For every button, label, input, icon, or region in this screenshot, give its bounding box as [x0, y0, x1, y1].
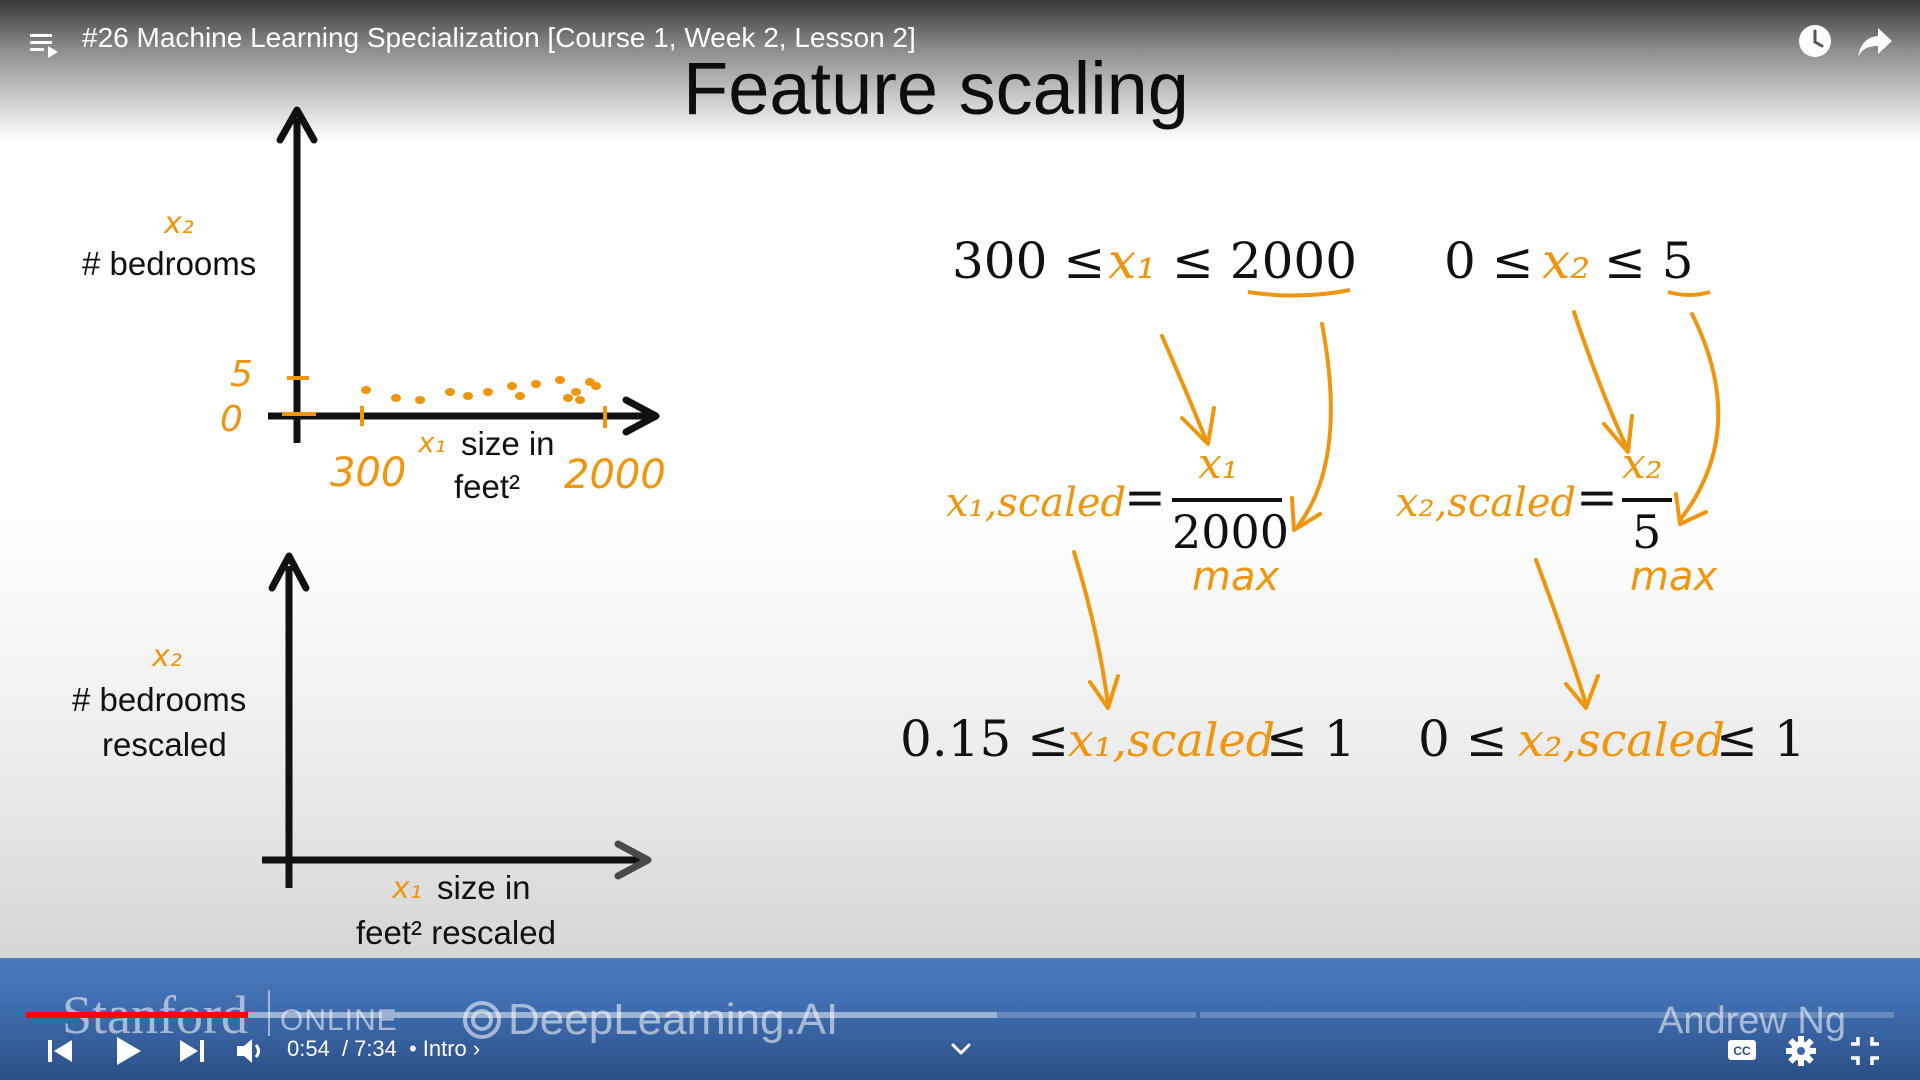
range1-left: 300 ≤ [952, 232, 1105, 290]
next-icon [180, 1040, 198, 1062]
range2-var: x₂ [1542, 232, 1590, 290]
chapter-bullet: • [409, 1036, 417, 1061]
scaled1-num: x₁ [1198, 439, 1239, 488]
data-point [555, 376, 565, 384]
volume-icon [237, 1039, 252, 1063]
top-y-label: # bedrooms [82, 245, 256, 282]
y-tick-5-label: 5 [230, 354, 253, 395]
x-tick-2000-label: 2000 [564, 452, 666, 498]
bottom-y-label-2: rescaled [102, 726, 227, 763]
scaled1-note: max [1192, 554, 1279, 600]
chapter-title: Intro [422, 1036, 467, 1061]
data-point [575, 396, 585, 404]
result2-right: ≤ 1 [1716, 710, 1806, 768]
bottom-x-label-2: feet² rescaled [356, 914, 556, 951]
current-time: 0:54 [287, 1036, 330, 1061]
data-point [483, 388, 493, 396]
bottom-plot: x₂ # bedrooms rescaled x₁ size in feet² … [72, 552, 652, 951]
arrow-x2-to-num-head [1602, 414, 1634, 454]
chapter-divider [1196, 1012, 1200, 1018]
result1-right: ≤ 1 [1266, 710, 1356, 768]
previous-button[interactable] [44, 1036, 76, 1066]
result2-var: x₂,scaled [1518, 713, 1725, 767]
exit-fullscreen-button[interactable] [1848, 1034, 1882, 1068]
top-plot: x₂ # bedrooms 5 0 x₁ size in feet² 300 2… [82, 106, 666, 505]
online-logo: ONLINE [280, 1004, 398, 1037]
arrow-5-to-den [1678, 312, 1721, 522]
slide: Feature scaling x₂ # bedrooms 5 0 x₁ siz… [72, 47, 1806, 951]
volume-button[interactable] [234, 1034, 270, 1068]
scaled2-den: 5 [1632, 505, 1661, 559]
data-point [531, 380, 541, 388]
y-tick-0-label: 0 [220, 399, 243, 440]
arrow-5-to-den-head [1674, 492, 1708, 526]
duration: 7:34 [354, 1036, 397, 1061]
data-point [563, 394, 573, 402]
progress-bar[interactable] [26, 1012, 1894, 1018]
playlist-icon[interactable] [28, 26, 62, 60]
top-y-var: x₂ [163, 206, 194, 241]
data-point [591, 382, 601, 390]
chevron-down-icon[interactable] [948, 1038, 974, 1060]
share-icon[interactable] [1856, 24, 1894, 60]
time-display: 0:54 /7:34 • Intro › [287, 1036, 480, 1062]
arrow-x1-to-num [1160, 334, 1208, 442]
result1-left: 0.15 ≤ [900, 710, 1069, 768]
cc-button[interactable]: CC [1726, 1036, 1758, 1064]
equations: 300 ≤ x₁ ≤ 2000 0 ≤ x₂ ≤ 5 x₁,scaled = x… [900, 232, 1806, 768]
play-icon [117, 1037, 141, 1065]
arrow-2000-to-den [1296, 322, 1333, 528]
svg-text:CC: CC [1733, 1044, 1751, 1058]
data-point [571, 388, 581, 396]
result2-left: 0 ≤ [1418, 710, 1508, 768]
data-point [391, 394, 401, 402]
top-x-var: x₁ [417, 426, 446, 459]
next-button[interactable] [176, 1036, 208, 1066]
data-point [445, 388, 455, 396]
top-x-label-2: feet² [454, 468, 520, 505]
video-player[interactable]: Feature scaling x₂ # bedrooms 5 0 x₁ siz… [0, 0, 1920, 1080]
clock-icon[interactable] [1796, 22, 1834, 60]
data-point [361, 386, 371, 394]
scaled2-eq: = [1576, 468, 1618, 526]
progress-played [26, 1012, 249, 1018]
chapter-chevron-icon: › [472, 1036, 481, 1061]
slide-title: Feature scaling [683, 47, 1189, 130]
bottom-x-label-1: size in [437, 869, 531, 906]
range1-var: x₁ [1108, 232, 1156, 290]
time-separator: / [341, 1036, 349, 1061]
data-point [415, 396, 425, 404]
previous-icon [54, 1040, 72, 1062]
data-point [515, 392, 525, 400]
bottom-y-var: x₂ [151, 639, 182, 674]
range2-underline [1667, 290, 1711, 297]
range2-left: 0 ≤ [1444, 232, 1534, 290]
scaled1-eq: = [1124, 468, 1166, 526]
bottom-y-label-1: # bedrooms [72, 681, 246, 718]
chapter-button[interactable]: Intro › [423, 1036, 480, 1061]
deeplearning-logo: DeepLearning.AI [462, 995, 838, 1045]
settings-button[interactable] [1784, 1034, 1818, 1068]
result1-var: x₁,scaled [1068, 713, 1275, 767]
top-x-label-1: size in [461, 425, 555, 462]
scaled2-lhs: x₂,scaled [1396, 480, 1576, 526]
data-point [463, 392, 473, 400]
data-points [361, 376, 601, 404]
video-title[interactable]: #26 Machine Learning Specialization [Cou… [82, 22, 916, 54]
arrow-x2-to-num [1572, 310, 1628, 448]
exit-fullscreen-icon [1851, 1037, 1879, 1065]
range2-right: ≤ 5 [1604, 232, 1694, 290]
data-point [507, 382, 517, 390]
scaled1-den: 2000 [1172, 505, 1289, 559]
range1-right: ≤ 2000 [1172, 232, 1357, 290]
deeplearning-text: DeepLearning.AI [508, 995, 839, 1044]
scaled2-note: max [1630, 554, 1717, 600]
arrow-scaled2-to-result [1534, 558, 1588, 706]
play-button[interactable] [110, 1034, 144, 1068]
scaled1-lhs: x₁,scaled [946, 480, 1126, 526]
bottom-x-var: x₁ [391, 871, 422, 906]
range1-underline [1247, 288, 1351, 298]
x-tick-300-label: 300 [330, 450, 406, 496]
